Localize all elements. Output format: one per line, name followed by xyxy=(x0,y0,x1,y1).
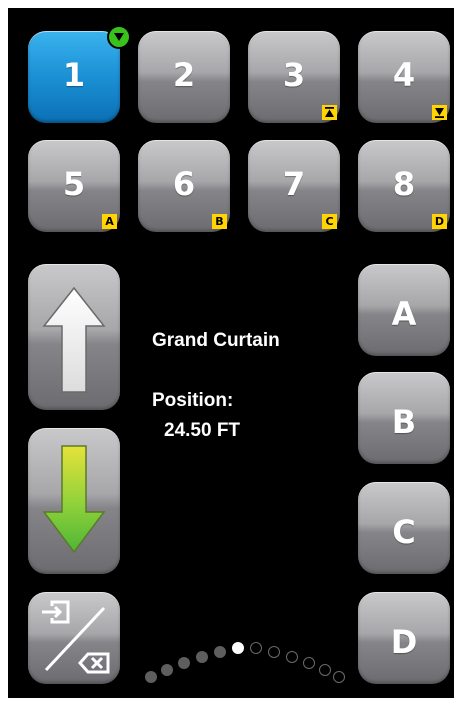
group-label: B xyxy=(391,403,417,441)
indicator-dot-filled xyxy=(214,646,226,658)
indicator-dot-empty xyxy=(250,642,262,654)
preset-button-7[interactable]: 7 C xyxy=(248,140,340,232)
indicator-dot-current xyxy=(232,642,244,654)
up-arrow-icon xyxy=(42,286,106,393)
group-button-a[interactable]: A xyxy=(358,264,450,356)
preset-button-5[interactable]: 5 A xyxy=(28,140,120,232)
preset-button-4[interactable]: 4 xyxy=(358,31,450,123)
device-name: Grand Curtain xyxy=(152,330,280,351)
indicator-dot-filled xyxy=(178,657,190,669)
group-tag: B xyxy=(212,214,227,229)
indicator-dot-empty xyxy=(268,646,280,658)
preset-button-1[interactable]: 1 xyxy=(28,31,120,123)
indicator-dot-empty xyxy=(333,671,345,683)
group-button-b[interactable]: B xyxy=(358,372,450,464)
indicator-dot-filled xyxy=(161,664,173,676)
enter-backspace-icon xyxy=(42,600,110,674)
position-value: 24.50 FT xyxy=(164,420,241,441)
check-down-arrow-icon xyxy=(107,25,131,49)
group-label: D xyxy=(390,623,418,661)
down-limit-icon xyxy=(432,105,447,120)
preset-label: 6 xyxy=(172,165,196,203)
up-limit-icon xyxy=(322,105,337,120)
group-button-c[interactable]: C xyxy=(358,482,450,574)
preset-label: 8 xyxy=(392,165,416,203)
group-tag: C xyxy=(322,214,337,229)
indicator-dot-filled xyxy=(196,651,208,663)
preset-label: 2 xyxy=(172,56,196,94)
preset-button-8[interactable]: 8 D xyxy=(358,140,450,232)
group-label: A xyxy=(391,295,417,333)
preset-label: 1 xyxy=(62,56,86,94)
preset-label: 5 xyxy=(62,165,86,203)
group-tag: A xyxy=(102,214,117,229)
position-label: Position: xyxy=(152,390,234,411)
group-label: C xyxy=(392,513,416,551)
indicator-dot-empty xyxy=(303,657,315,669)
indicator-dot-filled xyxy=(145,671,157,683)
preset-button-2[interactable]: 2 xyxy=(138,31,230,123)
group-button-d[interactable]: D xyxy=(358,592,450,684)
preset-label: 3 xyxy=(282,56,306,94)
move-up-button[interactable] xyxy=(28,264,120,410)
indicator-dot-empty xyxy=(319,664,331,676)
preset-button-3[interactable]: 3 xyxy=(248,31,340,123)
group-tag: D xyxy=(432,214,447,229)
move-down-button[interactable] xyxy=(28,428,120,574)
enter-clear-button[interactable] xyxy=(28,592,120,684)
indicator-dot-empty xyxy=(286,651,298,663)
preset-label: 7 xyxy=(282,165,306,203)
preset-button-6[interactable]: 6 B xyxy=(138,140,230,232)
preset-label: 4 xyxy=(392,56,416,94)
down-arrow-icon xyxy=(42,445,106,554)
